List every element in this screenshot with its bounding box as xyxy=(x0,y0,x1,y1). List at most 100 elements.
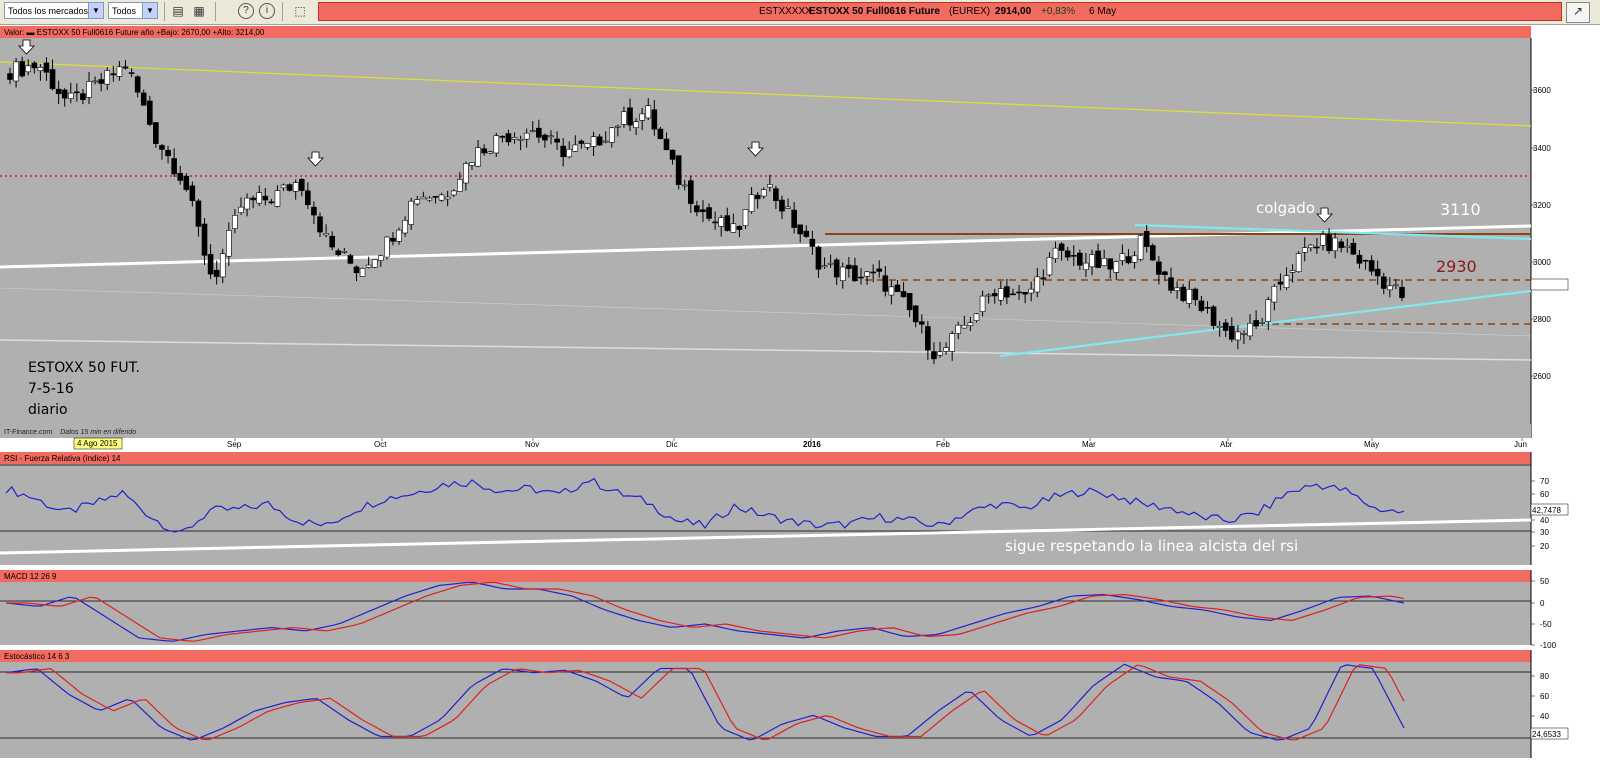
candle-body xyxy=(1034,276,1041,293)
candle-body xyxy=(760,189,767,197)
candle-body xyxy=(1368,260,1375,272)
indicator-tick: 30 xyxy=(1540,528,1549,537)
price-tick: 2800 xyxy=(1533,315,1551,324)
candle-body xyxy=(1204,307,1211,309)
candle-body xyxy=(390,237,396,242)
candle-body xyxy=(1125,256,1132,264)
stoch-value: 24,6533 xyxy=(1532,730,1561,739)
filter-select-value: Todos xyxy=(112,6,137,16)
candle-body xyxy=(250,197,256,201)
stoch-title: Estocástico 14 6 3 xyxy=(4,652,70,661)
stoch-panel xyxy=(0,662,1531,758)
candle-body xyxy=(578,140,585,144)
candle-body xyxy=(1022,292,1028,295)
indicator-tick: -100 xyxy=(1540,641,1557,650)
candle-body xyxy=(359,268,366,277)
candle-body xyxy=(888,286,895,296)
candle-body xyxy=(675,155,682,185)
candle-body xyxy=(305,190,311,206)
candle-body xyxy=(335,250,342,255)
macd-header-bar xyxy=(0,570,1531,582)
indicator-tick: 40 xyxy=(1540,712,1549,721)
candle-body xyxy=(1101,257,1107,266)
candle-body xyxy=(864,271,870,277)
chart-type-icon[interactable]: ↗ xyxy=(1566,2,1590,23)
candle-body xyxy=(1046,257,1053,276)
help-icon[interactable]: ? xyxy=(238,3,254,19)
stoch-scale xyxy=(1531,650,1568,758)
separator xyxy=(282,2,283,21)
candle-body xyxy=(1016,291,1022,294)
candle-body xyxy=(475,147,481,167)
separator xyxy=(164,2,165,21)
filter-select[interactable]: Todos ▼ xyxy=(108,2,158,19)
candle-body xyxy=(1162,271,1168,276)
candle-body xyxy=(688,180,694,204)
candle-body xyxy=(171,158,177,175)
price-tick: 3200 xyxy=(1533,201,1551,210)
candle-body xyxy=(906,293,913,311)
candle-body xyxy=(80,93,86,101)
candle-body xyxy=(329,235,335,248)
candle-body xyxy=(86,81,92,98)
candle-body xyxy=(268,201,275,204)
candle-body xyxy=(536,127,542,138)
save-icon[interactable]: ▤ xyxy=(170,3,186,19)
month-label: 2016 xyxy=(803,440,821,449)
candle-body xyxy=(219,253,226,278)
level-2930-annotation: 2930 xyxy=(1436,257,1477,276)
note-line-3: diario xyxy=(28,402,68,418)
candle-body xyxy=(1277,281,1284,285)
month-label: Sep xyxy=(227,440,242,449)
candle-body xyxy=(700,209,706,213)
candle-body xyxy=(469,162,475,166)
candle-body xyxy=(827,262,834,265)
market-select[interactable]: Todos los mercados ▼ xyxy=(4,2,104,19)
candle-body xyxy=(377,255,384,261)
candle-body xyxy=(1350,242,1357,255)
candle-body xyxy=(493,135,500,154)
candle-body xyxy=(596,136,603,146)
candle-body xyxy=(639,113,645,121)
candle-body xyxy=(347,255,354,264)
candle-body xyxy=(1301,247,1308,253)
candle-body xyxy=(1095,250,1101,268)
candle-body xyxy=(116,66,123,77)
last-price-box xyxy=(1530,278,1569,291)
info-icon[interactable]: i xyxy=(259,3,275,19)
month-label: Jun xyxy=(1514,440,1527,449)
candle-body xyxy=(280,184,287,189)
candle-body xyxy=(420,196,427,200)
candle-body xyxy=(1271,286,1278,303)
candle-body xyxy=(244,197,250,210)
candle-body xyxy=(608,127,615,143)
candle-body xyxy=(712,221,718,224)
ticker-code: ESTXXXXX xyxy=(759,6,812,17)
candle-body xyxy=(742,209,749,226)
candle-body xyxy=(463,163,469,184)
candle-body xyxy=(560,145,566,158)
candle-body xyxy=(1040,277,1047,280)
candle-body xyxy=(432,196,439,198)
candle-body xyxy=(1228,326,1235,340)
candle-body xyxy=(238,206,244,213)
stoch-header-bar xyxy=(0,650,1531,662)
chart-icon[interactable]: ⬚ xyxy=(292,3,308,19)
month-label: Abr xyxy=(1220,440,1233,449)
candle-body xyxy=(1332,237,1338,252)
candle-body xyxy=(323,233,329,236)
print-icon[interactable]: ▦ xyxy=(191,3,207,19)
candle-body xyxy=(19,61,25,77)
chart-notes: ESTOXX 50 FUT. 7-5-16 diario xyxy=(28,358,140,421)
candle-body xyxy=(134,76,141,93)
candle-body xyxy=(1241,333,1247,335)
candle-body xyxy=(1374,268,1381,277)
candle-body xyxy=(426,197,433,201)
candle-body xyxy=(1174,287,1180,291)
price-tick: 3000 xyxy=(1533,258,1551,267)
candle-body xyxy=(195,200,202,227)
candle-body xyxy=(718,217,724,227)
candle-body xyxy=(627,107,633,126)
candle-body xyxy=(414,199,421,205)
macd-panel xyxy=(0,582,1531,645)
